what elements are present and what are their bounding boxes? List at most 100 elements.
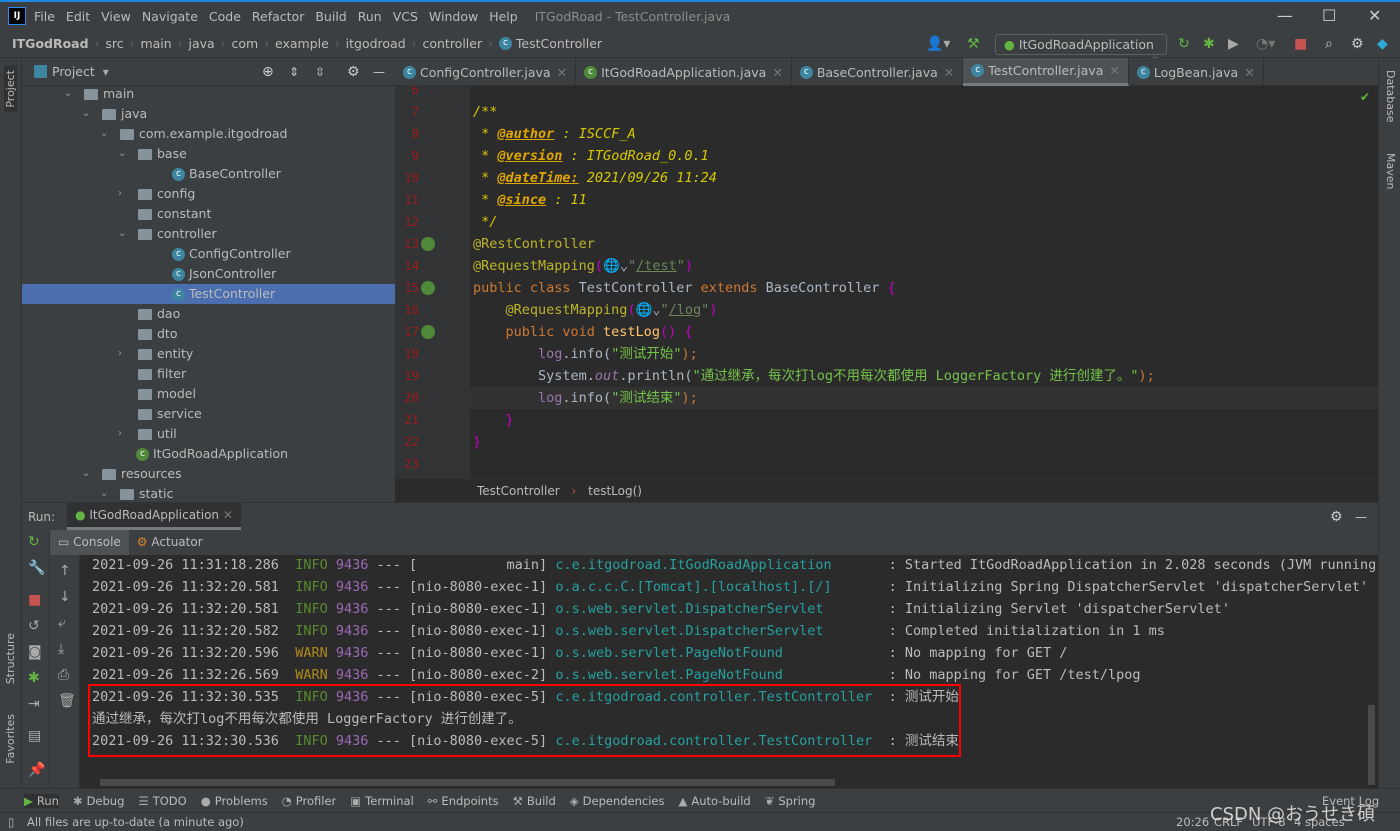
gear-icon[interactable]: ⚙ (347, 64, 360, 80)
trash-icon[interactable]: 🗑 (58, 693, 76, 709)
wrench-icon[interactable]: 🔧 (28, 560, 45, 576)
tree-item[interactable]: c JsonController (22, 264, 395, 284)
tree-item[interactable]: ⌄ main (22, 86, 395, 104)
chevron-right-icon[interactable]: › (118, 184, 122, 204)
debug-icon[interactable]: ✱ (1203, 36, 1215, 52)
code-editor[interactable]: ✔ 6 7 /** 8 * @author : ISCCF_A 9 * @version… (395, 86, 1378, 478)
caret-position[interactable]: 20:26 (1176, 813, 1209, 831)
tool-tab-terminal[interactable]: ▣ Terminal (350, 794, 413, 808)
tree-item[interactable]: ⌄ com.example.itgodroad (22, 124, 395, 144)
breadcrumb-item[interactable]: java (189, 36, 215, 51)
rerun-icon[interactable]: ↻ (1178, 36, 1190, 52)
run-tab[interactable]: ● ItGodRoadApplication ✕ (67, 503, 241, 530)
spring-web-icon[interactable] (421, 281, 435, 295)
tab-configcontroller[interactable]: c ConfigController.java ✕ (395, 58, 577, 86)
camera-icon[interactable]: ◙ (28, 644, 42, 660)
breadcrumb-item[interactable]: com (232, 36, 259, 51)
tool-tab-dependencies[interactable]: ◈ Dependencies (570, 794, 665, 808)
hide-icon[interactable]: — (1355, 510, 1367, 524)
tree-item[interactable]: ⌄ java (22, 104, 395, 124)
scroll-to-end-icon[interactable]: ⤓ (58, 641, 64, 657)
stop-icon[interactable]: ■ (1294, 36, 1307, 52)
tool-tab-auto-build[interactable]: ▲ Auto-build (679, 794, 751, 808)
breadcrumb-item[interactable]: TestController (516, 36, 602, 51)
tree-item[interactable]: › util (22, 424, 395, 444)
tree-item[interactable]: c BaseController (22, 164, 395, 184)
chevron-down-icon[interactable]: ⌄ (82, 464, 90, 484)
collapse-all-icon[interactable]: ⇳ (315, 65, 325, 79)
stop-icon[interactable]: ■ (28, 592, 41, 608)
up-arrow-icon[interactable]: ↑ (59, 563, 71, 579)
chevron-down-icon[interactable]: ⌄ (118, 224, 126, 244)
spring-web-icon[interactable] (421, 325, 435, 339)
close-tab-icon[interactable]: ✕ (1244, 65, 1254, 80)
locate-icon[interactable]: ⊕ (262, 64, 274, 80)
project-tool-button[interactable]: Project (4, 66, 17, 112)
chevron-down-icon[interactable]: ⌄ (118, 144, 126, 164)
tab-logbean[interactable]: c LogBean.java ✕ (1129, 58, 1264, 86)
close-button[interactable]: ✕ (1368, 6, 1381, 25)
print-icon[interactable]: ⎙ (58, 667, 69, 683)
menu-run[interactable]: Run (358, 9, 382, 24)
breadcrumb-item[interactable]: main (140, 36, 171, 51)
run-configuration-select[interactable]: ● ItGodRoadApplication ▾ (995, 34, 1167, 67)
tree-item[interactable]: › config (22, 184, 395, 204)
breadcrumb-item[interactable]: ITGodRoad (12, 36, 89, 51)
horizontal-scrollbar[interactable] (100, 779, 835, 786)
spring-bean-icon[interactable] (421, 237, 435, 251)
chevron-right-icon[interactable]: › (118, 424, 122, 444)
menu-navigate[interactable]: Navigate (142, 9, 198, 24)
breadcrumb-class[interactable]: TestController (477, 484, 560, 498)
pin-icon[interactable]: 📌 (28, 762, 45, 778)
tab-basecontroller[interactable]: c BaseController.java ✕ (792, 58, 964, 86)
tree-item[interactable]: ⌄ base (22, 144, 395, 164)
tree-item[interactable]: c TestController (22, 284, 395, 304)
restore-icon[interactable]: ↺ (28, 618, 40, 634)
down-arrow-icon[interactable]: ↓ (59, 589, 71, 605)
tool-tab-spring[interactable]: ❦ Spring (765, 794, 816, 808)
tree-item[interactable]: constant (22, 204, 395, 224)
user-icon[interactable]: 👤▾ (926, 36, 950, 52)
tree-item[interactable]: ⌄ resources (22, 464, 395, 484)
menu-refactor[interactable]: Refactor (252, 9, 304, 24)
tree-item[interactable]: dto (22, 324, 395, 344)
vertical-scrollbar[interactable] (1368, 705, 1375, 785)
menu-vcs[interactable]: VCS (393, 9, 418, 24)
layout-icon[interactable]: ▤ (28, 728, 41, 744)
gear-icon[interactable]: ⚙ (1330, 509, 1343, 525)
tool-tab-problems[interactable]: ● Problems (201, 794, 268, 808)
maven-tool-button[interactable]: Maven (1384, 153, 1397, 189)
close-tab-icon[interactable]: ✕ (557, 65, 567, 80)
menu-build[interactable]: Build (315, 9, 346, 24)
tree-item[interactable]: filter (22, 364, 395, 384)
tree-item[interactable]: model (22, 384, 395, 404)
toolbox-icon[interactable]: ◆ (1377, 36, 1388, 52)
close-tab-icon[interactable]: ✕ (944, 65, 954, 80)
tab-testcontroller[interactable]: c TestController.java ✕ (963, 58, 1129, 86)
expand-all-icon[interactable]: ⇕ (289, 65, 299, 79)
menu-file[interactable]: File (34, 9, 55, 24)
rerun-icon[interactable]: ↻ (28, 534, 40, 550)
tool-tab-todo[interactable]: ☰ TODO (138, 794, 186, 808)
tree-item[interactable]: ⌄ controller (22, 224, 395, 244)
tab-itgodroadapplication[interactable]: c ItGodRoadApplication.java ✕ (576, 58, 792, 86)
tool-tab-endpoints[interactable]: ⚯ Endpoints (428, 794, 499, 808)
chevron-down-icon[interactable]: ▾ (103, 65, 109, 79)
breadcrumb-item[interactable]: src (105, 36, 123, 51)
profile-icon[interactable]: ◔▾ (1256, 36, 1275, 52)
chevron-down-icon[interactable]: ⌄ (100, 124, 108, 144)
minimize-button[interactable]: — (1277, 6, 1293, 25)
tab-console[interactable]: ▭ Console (50, 530, 129, 555)
chevron-down-icon[interactable]: ⌄ (64, 86, 72, 104)
soft-wrap-icon[interactable]: ⤶ (58, 615, 66, 631)
chevron-down-icon[interactable]: ⌄ (82, 104, 90, 124)
breadcrumb-item[interactable]: itgodroad (346, 36, 406, 51)
menu-code[interactable]: Code (209, 9, 241, 24)
coverage-icon[interactable]: ▶ (1228, 36, 1239, 52)
spring-icon[interactable]: ✱ (28, 670, 40, 686)
tree-item[interactable]: c ConfigController (22, 244, 395, 264)
search-icon[interactable]: ⌕ (1325, 36, 1333, 52)
breadcrumb-item[interactable]: example (275, 36, 329, 51)
menu-view[interactable]: View (101, 9, 131, 24)
tree-item[interactable]: › entity (22, 344, 395, 364)
